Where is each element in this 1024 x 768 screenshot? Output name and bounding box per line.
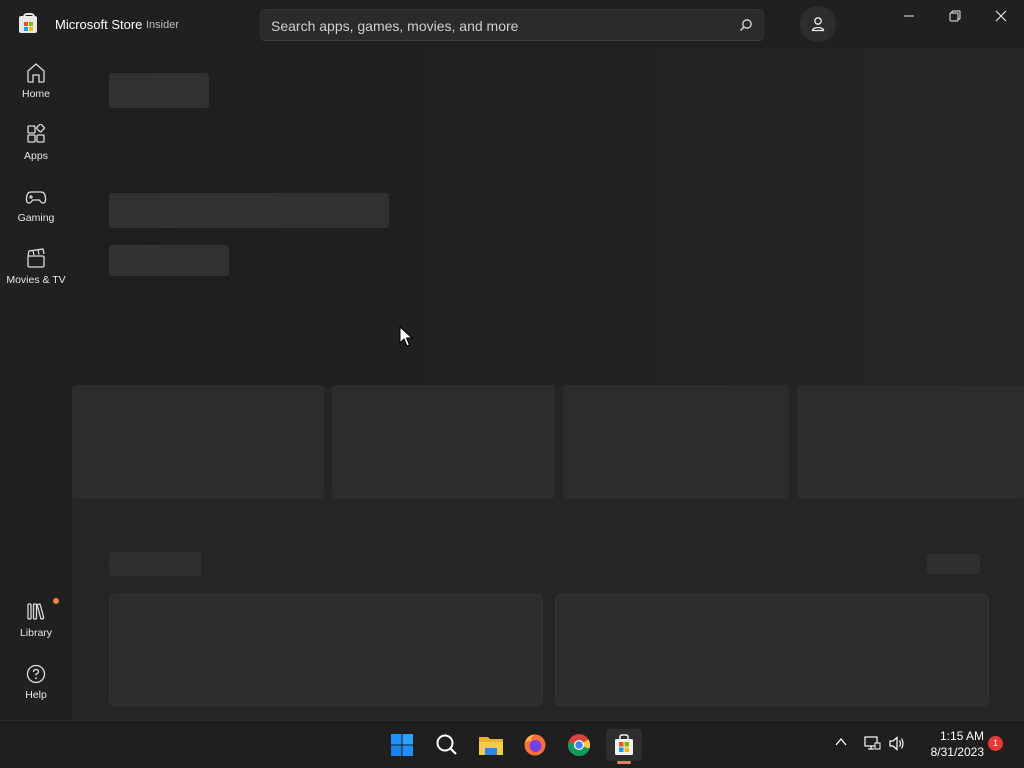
title-bar: Microsoft Store Insider	[0, 0, 1024, 48]
hero-button-placeholder[interactable]	[109, 245, 229, 276]
app-card-placeholder[interactable]	[555, 594, 989, 706]
hero-title-placeholder	[109, 73, 209, 108]
sidebar-item-apps[interactable]: Apps	[0, 120, 72, 176]
search-icon[interactable]	[739, 18, 753, 32]
mouse-cursor-icon	[399, 326, 413, 347]
person-icon	[811, 17, 825, 32]
main-content-loading	[72, 48, 1024, 720]
taskbar-search-button[interactable]	[431, 729, 463, 761]
microsoft-store-taskbar-button[interactable]	[606, 729, 642, 764]
gaming-icon	[25, 191, 47, 204]
home-icon	[27, 63, 45, 83]
section-title-placeholder	[109, 552, 201, 576]
library-icon	[27, 603, 45, 620]
see-all-placeholder[interactable]	[927, 554, 980, 574]
sidebar-item-movies-tv[interactable]: Movies & TV	[0, 244, 72, 300]
search-icon	[436, 734, 457, 755]
sidebar-item-home[interactable]: Home	[0, 58, 72, 114]
search-input[interactable]	[271, 16, 721, 36]
close-button[interactable]	[978, 0, 1024, 32]
microsoft-store-icon	[615, 734, 633, 755]
sidebar-item-gaming[interactable]: Gaming	[0, 182, 72, 238]
account-button[interactable]	[800, 6, 836, 42]
notification-badge[interactable]: 1	[988, 736, 1003, 751]
clock-date: 8/31/2023	[930, 745, 984, 759]
chevron-up-icon[interactable]	[834, 735, 848, 749]
featured-tile-placeholder[interactable]	[72, 385, 324, 499]
clock-time: 1:15 AM	[939, 729, 984, 743]
featured-tile-placeholder[interactable]	[563, 385, 789, 499]
file-explorer-button[interactable]	[475, 729, 507, 761]
system-clock[interactable]: 1:15 AM 8/31/2023	[912, 728, 984, 760]
sidebar-item-label: Help	[25, 689, 47, 701]
close-icon	[995, 10, 1007, 22]
sidebar-item-label: Gaming	[17, 212, 55, 224]
sidebar-item-label: Movies & TV	[6, 274, 66, 286]
app-card-placeholder[interactable]	[109, 594, 543, 706]
navigation-sidebar: Home Apps Gaming Movies & TV Library Hel…	[0, 48, 72, 720]
update-indicator-dot	[53, 598, 59, 604]
taskbar: 1:15 AM 8/31/2023	[0, 720, 1024, 768]
hero-subtitle-placeholder	[109, 193, 389, 228]
movies-tv-icon	[27, 248, 45, 268]
sidebar-item-label: Apps	[24, 150, 48, 162]
featured-tile-placeholder[interactable]	[332, 385, 555, 499]
minimize-button[interactable]	[886, 0, 932, 32]
firefox-icon	[524, 734, 546, 756]
restore-button[interactable]	[932, 0, 978, 32]
volume-icon[interactable]	[888, 735, 905, 752]
chrome-icon	[567, 734, 591, 757]
network-icon[interactable]	[864, 735, 881, 752]
featured-tile-placeholder[interactable]	[797, 385, 1024, 499]
help-icon	[26, 664, 46, 684]
folder-icon	[479, 737, 503, 755]
microsoft-store-logo-icon	[19, 13, 37, 33]
start-button[interactable]	[386, 729, 418, 761]
insider-badge: Insider	[146, 19, 180, 31]
sidebar-item-help[interactable]: Help	[0, 659, 72, 715]
sidebar-item-label: Library	[19, 627, 53, 639]
sidebar-item-library[interactable]: Library	[0, 597, 72, 653]
firefox-button[interactable]	[519, 729, 551, 761]
active-app-indicator	[617, 761, 631, 764]
restore-icon	[949, 10, 961, 22]
chrome-button[interactable]	[563, 729, 595, 761]
sidebar-item-label: Home	[21, 88, 50, 100]
apps-icon	[27, 124, 45, 143]
minimize-icon	[904, 15, 914, 17]
app-title: Microsoft Store	[55, 17, 143, 32]
search-box[interactable]	[260, 9, 764, 41]
windows-start-icon	[391, 734, 413, 756]
